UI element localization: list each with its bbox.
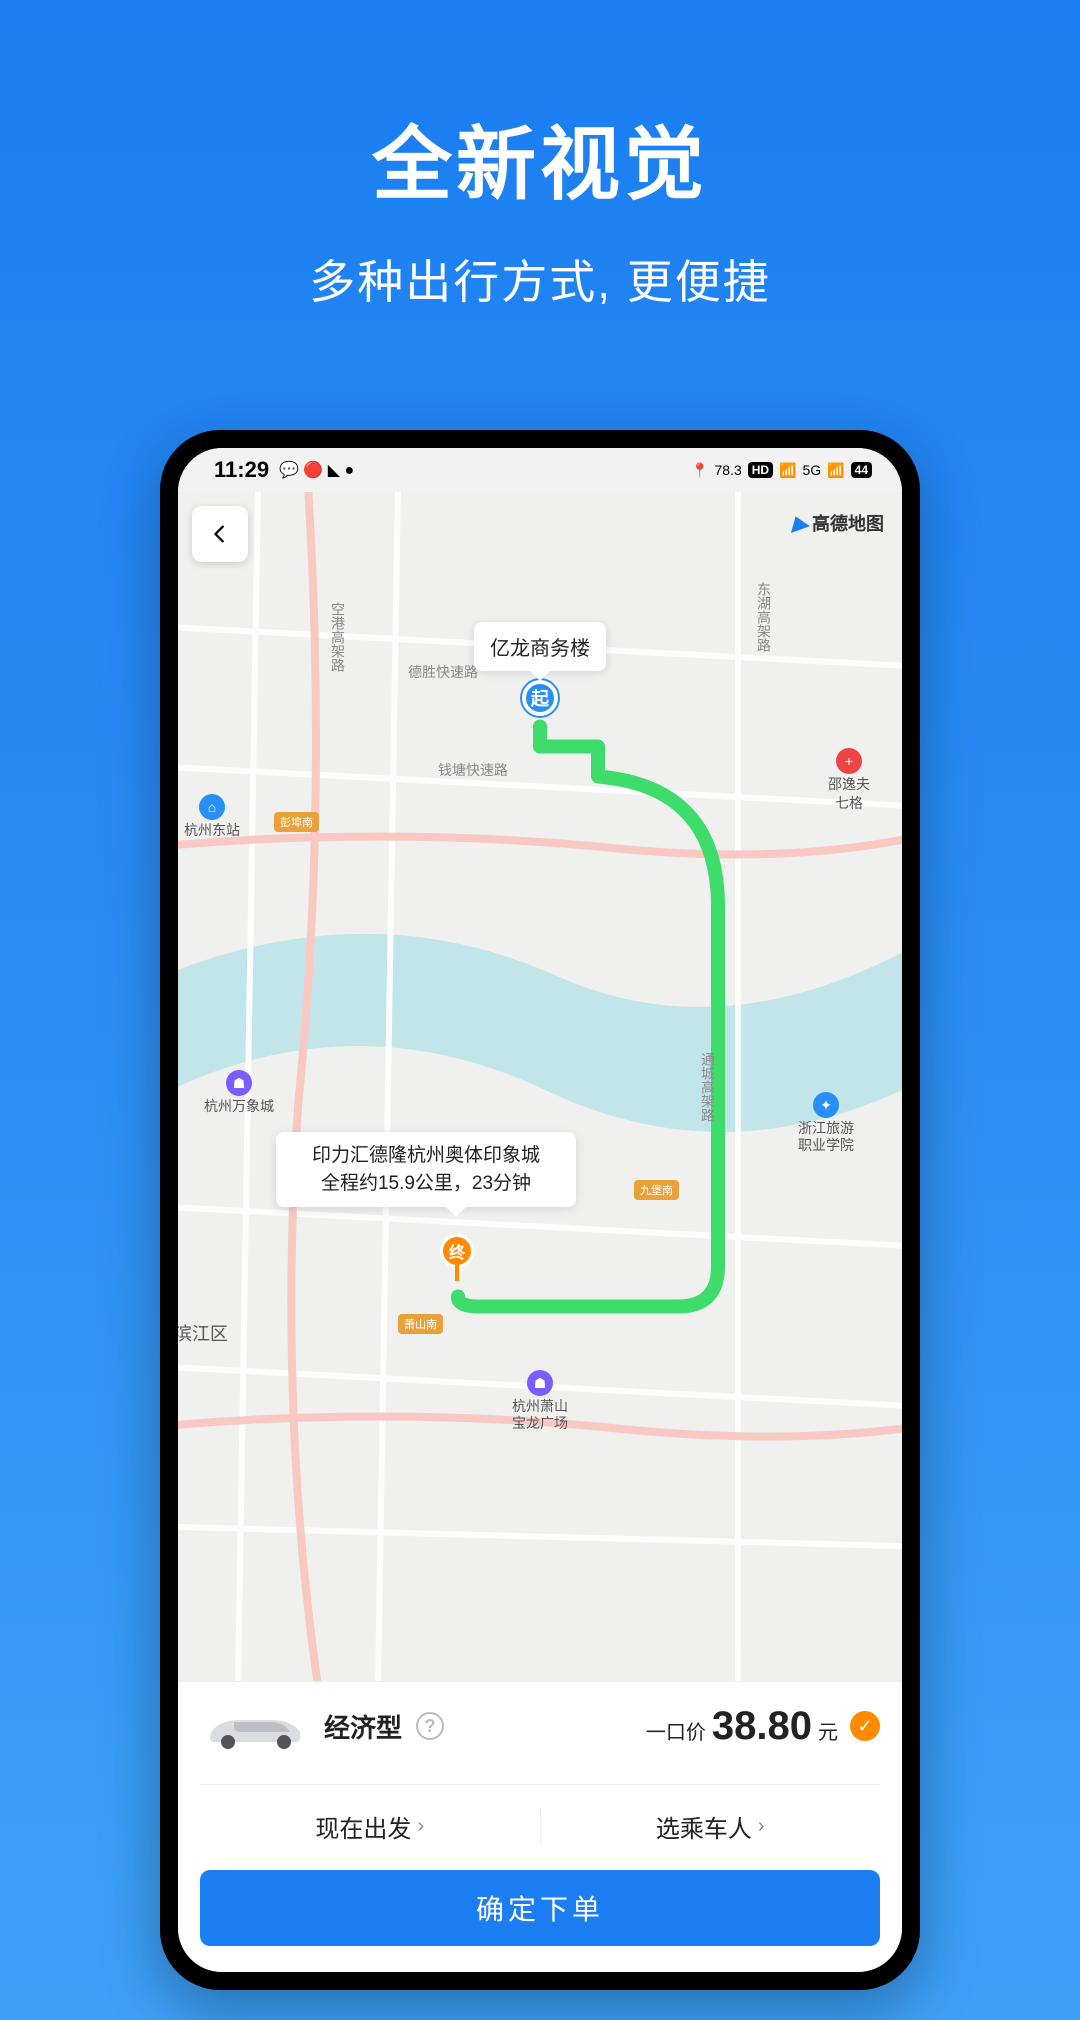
options-row: 现在出发 › 选乘车人 › bbox=[200, 1784, 880, 1844]
school-icon: ✦ bbox=[813, 1092, 839, 1118]
location-icon: 📍 bbox=[691, 462, 708, 479]
back-button[interactable] bbox=[192, 506, 248, 562]
status-right: 📍 78.3 HD 📶 5G 📶 44 bbox=[691, 462, 872, 479]
bottom-panel: 经济型 ? 一口价 38.80 元 ✓ 现在出发 › 选乘车人 › bbox=[178, 1681, 902, 1972]
confirm-order-button[interactable]: 确定下单 bbox=[200, 1870, 880, 1946]
road-label-desheng: 德胜快速路 bbox=[408, 662, 478, 682]
train-icon: ⌂ bbox=[199, 794, 225, 820]
end-detail: 全程约15.9公里，23分钟 bbox=[292, 1170, 560, 1198]
select-passenger-option[interactable]: 选乘车人 › bbox=[541, 1809, 881, 1844]
road-badge-1: 彭埠南 bbox=[274, 812, 319, 832]
shopping-icon: ☗ bbox=[226, 1070, 252, 1096]
status-5g: 5G bbox=[803, 462, 822, 478]
phone-frame: 11:29 💬 🔴 ◣ ● 📍 78.3 HD 📶 5G 📶 44 bbox=[160, 430, 920, 1990]
chevron-right-icon: › bbox=[417, 1815, 424, 1838]
signal-icon: 📶 bbox=[779, 462, 796, 479]
road-label-tongcheng: 通城高架路 bbox=[698, 1052, 718, 1122]
phone-screen: 11:29 💬 🔴 ◣ ● 📍 78.3 HD 📶 5G 📶 44 bbox=[178, 448, 902, 1972]
poi-district: 滨江区 bbox=[178, 1322, 228, 1346]
shopping-icon: ☗ bbox=[527, 1370, 553, 1396]
hospital-icon: + bbox=[836, 748, 862, 774]
price-label: 一口价 bbox=[646, 1716, 706, 1745]
road-label-kongji: 空港高架路 bbox=[328, 602, 348, 672]
start-callout[interactable]: 亿龙商务楼 bbox=[474, 622, 606, 671]
road-label-donghu: 东湖高架路 bbox=[754, 582, 774, 652]
price-value: 38.80 bbox=[712, 1704, 812, 1749]
wifi-icon: 📶 bbox=[827, 462, 844, 479]
price-block: 一口价 38.80 元 ✓ bbox=[646, 1704, 880, 1749]
depart-now-label: 现在出发 bbox=[315, 1809, 411, 1844]
select-passenger-label: 选乘车人 bbox=[656, 1809, 752, 1844]
poi-station: ⌂ 杭州东站 bbox=[184, 794, 240, 839]
chevron-right-icon: › bbox=[758, 1815, 765, 1838]
status-hd-badge: HD bbox=[748, 462, 773, 478]
price-unit: 元 bbox=[818, 1716, 838, 1745]
car-row[interactable]: 经济型 ? 一口价 38.80 元 ✓ bbox=[200, 1702, 880, 1750]
start-marker[interactable]: 起 bbox=[522, 680, 558, 716]
car-icon bbox=[200, 1702, 310, 1750]
car-type-label: 经济型 bbox=[324, 1708, 402, 1745]
hero-title: 全新视觉 bbox=[0, 100, 1080, 216]
check-icon[interactable]: ✓ bbox=[850, 1711, 880, 1741]
end-callout[interactable]: 印力汇德隆杭州奥体印象城 全程约15.9公里，23分钟 bbox=[276, 1132, 576, 1207]
map-brand-label: 高德地图 bbox=[812, 510, 884, 536]
depart-now-option[interactable]: 现在出发 › bbox=[200, 1809, 541, 1844]
poi-college: ✦ 浙江旅游 职业学院 bbox=[798, 1092, 854, 1154]
poi-baolong: ☗ 杭州萧山 宝龙广场 bbox=[512, 1370, 568, 1432]
map-area[interactable]: 高德地图 空港高架路 德胜快速路 钱塘快速路 东湖高架路 通城高架路 彭埠南 萧… bbox=[178, 492, 902, 1681]
road-label-qiantang: 钱塘快速路 bbox=[438, 760, 508, 780]
map-brand-icon bbox=[786, 513, 810, 533]
status-netspeed: 78.3 bbox=[714, 462, 741, 478]
poi-wanxiang: ☗ 杭州万象城 bbox=[204, 1070, 274, 1115]
road-badge-2: 萧山南 bbox=[398, 1314, 443, 1334]
hero-subtitle: 多种出行方式, 更便捷 bbox=[0, 246, 1080, 312]
road-badge-3: 九堡南 bbox=[634, 1180, 679, 1200]
status-app-icons: 💬 🔴 ◣ ● bbox=[279, 460, 354, 480]
status-battery: 44 bbox=[851, 462, 872, 478]
status-time: 11:29 bbox=[214, 457, 269, 483]
end-marker[interactable]: 终 bbox=[440, 1234, 474, 1268]
map-brand: 高德地图 bbox=[788, 510, 884, 536]
status-bar: 11:29 💬 🔴 ◣ ● 📍 78.3 HD 📶 5G 📶 44 bbox=[178, 448, 902, 492]
chevron-left-icon bbox=[209, 523, 231, 545]
end-name: 印力汇德隆杭州奥体印象城 bbox=[292, 1142, 560, 1170]
help-icon[interactable]: ? bbox=[416, 1712, 444, 1740]
poi-hospital: + 邵逸夫 七格 bbox=[828, 748, 870, 812]
